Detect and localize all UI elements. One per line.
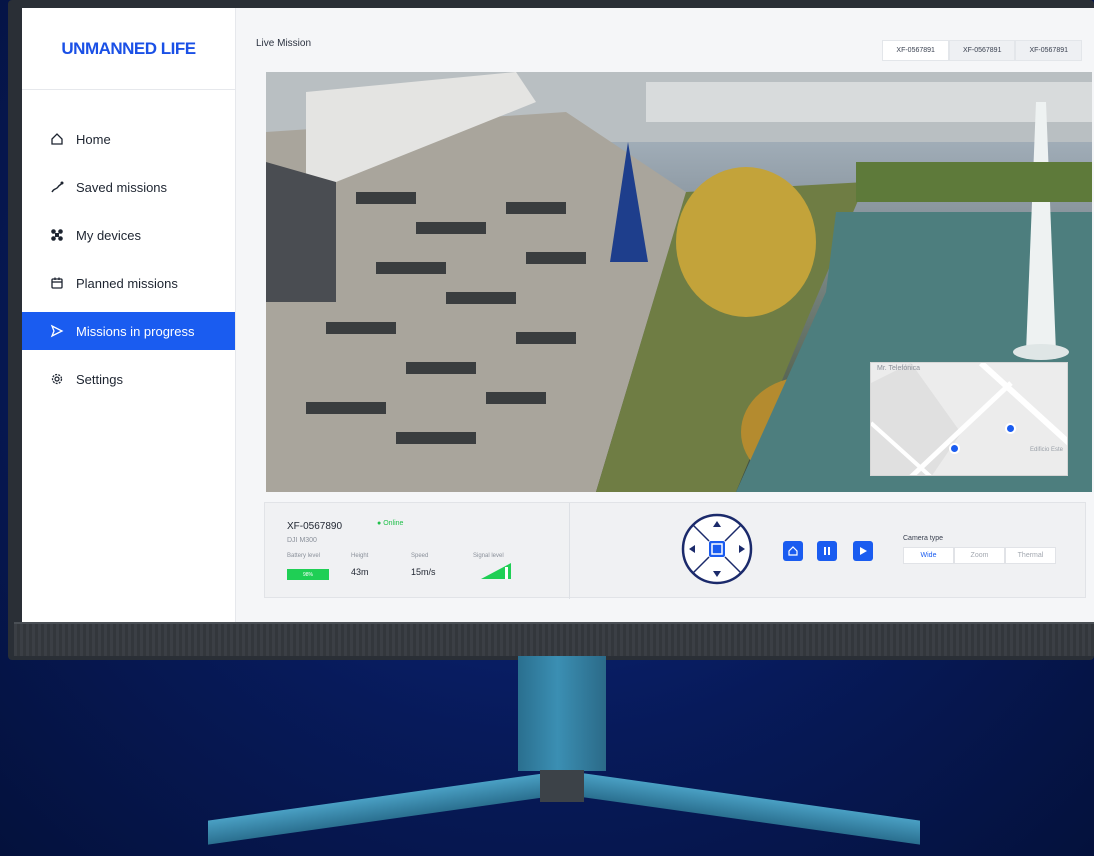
page-title: Live Mission (256, 38, 312, 49)
signal-strength-icon (481, 563, 511, 579)
camera-option-thermal[interactable]: Thermal (1005, 547, 1056, 564)
map-label: Mr. Telefónica (877, 365, 921, 372)
monitor-stand-leg-left (208, 770, 568, 845)
app-logo: UNMANNED LIFE (22, 8, 235, 90)
home-icon (48, 130, 66, 148)
camera-option-zoom[interactable]: Zoom (954, 547, 1005, 564)
sidebar-item-label: Home (76, 131, 111, 147)
sidebar-item-label: Settings (76, 371, 123, 387)
map-graphic (871, 363, 1067, 475)
sidebar-item-label: Planned missions (76, 275, 178, 291)
sidebar-item-my-devices[interactable]: My devices (22, 216, 235, 254)
return-home-button[interactable] (783, 541, 803, 561)
live-video-feed[interactable]: Mr. Telefónica Edificio Este (266, 72, 1092, 492)
battery-value: 98% (302, 571, 313, 578)
screen: UNMANNED LIFE Home Saved missions My dev… (22, 8, 1094, 622)
sidebar-item-label: Saved missions (76, 179, 168, 195)
send-icon (48, 322, 66, 340)
device-model: DJI M300 (287, 537, 317, 544)
monitor-stand-leg-right (560, 770, 920, 845)
panel-divider (569, 503, 570, 599)
mini-map[interactable]: Mr. Telefónica Edificio Este (870, 362, 1068, 476)
drone-location-marker[interactable] (1005, 423, 1016, 434)
map-label-secondary: Edificio Este (1029, 447, 1063, 453)
monitor-stand-neck (518, 656, 606, 771)
monitor-bezel (14, 622, 1094, 656)
sidebar-item-settings[interactable]: Settings (22, 360, 235, 398)
height-value: 43m (351, 567, 369, 577)
battery-indicator: 98% (287, 569, 329, 580)
sidebar-item-home[interactable]: Home (22, 120, 235, 158)
camera-option-wide[interactable]: Wide (903, 547, 954, 564)
sidebar-nav: Home Saved missions My devices Planned m… (22, 90, 235, 398)
route-icon (48, 178, 66, 196)
height-label: Height (351, 553, 369, 559)
direction-pad[interactable] (681, 513, 753, 585)
sidebar-item-label: My devices (76, 227, 142, 243)
gear-icon (48, 370, 66, 388)
tab-device-3[interactable]: XF-0567891 (1015, 40, 1082, 61)
speed-value: 15m/s (411, 567, 436, 577)
camera-type-selector: Wide Zoom Thermal (903, 547, 1056, 564)
signal-label: Signal level (473, 553, 504, 559)
play-icon (860, 547, 867, 555)
sidebar-item-saved-missions[interactable]: Saved missions (22, 168, 235, 206)
battery-label: Battery level (287, 553, 321, 559)
device-tabs: XF-0567891 XF-0567891 XF-0567891 (882, 40, 1082, 61)
sidebar-item-label: Missions in progress (76, 323, 195, 339)
tab-device-2[interactable]: XF-0567891 (948, 40, 1016, 61)
status-text: Online (383, 520, 404, 527)
calendar-icon (48, 274, 66, 292)
pause-icon (824, 547, 830, 555)
monitor-stand-hub (540, 770, 584, 802)
device-control-panel: XF-0567890 ● Online DJI M300 Battery lev… (264, 502, 1086, 599)
sidebar: UNMANNED LIFE Home Saved missions My dev… (22, 8, 236, 622)
drone-icon (48, 226, 66, 244)
speed-label: Speed (411, 553, 429, 559)
sidebar-item-planned-missions[interactable]: Planned missions (22, 264, 235, 302)
main-content: Live Mission XF-0567891 XF-0567891 XF-05… (236, 8, 1094, 622)
sidebar-item-missions-in-progress[interactable]: Missions in progress (22, 312, 235, 350)
status-badge: ● Online (377, 520, 404, 527)
monitor-frame: UNMANNED LIFE Home Saved missions My dev… (8, 0, 1094, 660)
drone-location-marker[interactable] (949, 443, 960, 454)
pause-button[interactable] (817, 541, 837, 561)
home-icon (788, 546, 798, 556)
device-id: XF-0567890 (287, 521, 343, 532)
play-button[interactable] (853, 541, 873, 561)
tab-device-1[interactable]: XF-0567891 (882, 40, 949, 61)
camera-type-label: Camera type (903, 535, 944, 542)
